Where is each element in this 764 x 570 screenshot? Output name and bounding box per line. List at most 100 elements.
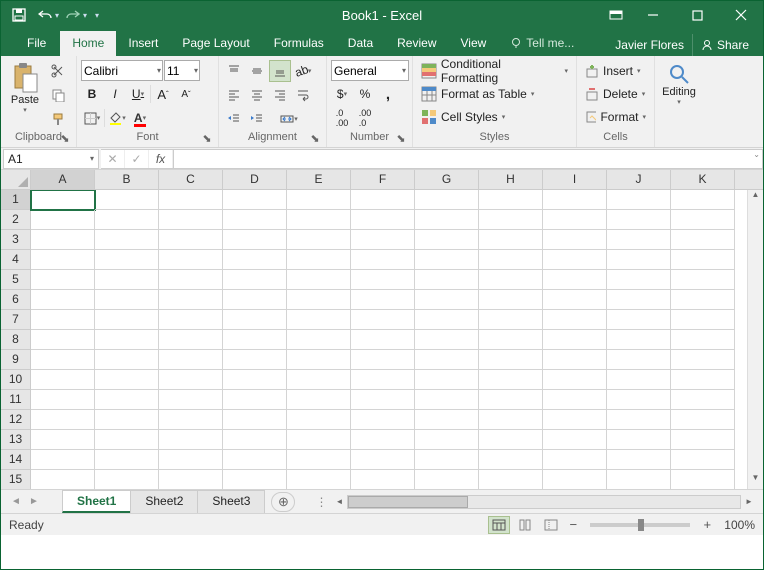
bold-button[interactable]: B: [81, 83, 103, 105]
cell-J10[interactable]: [607, 370, 671, 390]
row-header-14[interactable]: 14: [1, 450, 31, 470]
column-header-J[interactable]: J: [607, 170, 671, 189]
row-header-10[interactable]: 10: [1, 370, 31, 390]
accounting-format-button[interactable]: $▾: [331, 83, 353, 105]
cell-H4[interactable]: [479, 250, 543, 270]
column-header-C[interactable]: C: [159, 170, 223, 189]
cell-E9[interactable]: [287, 350, 351, 370]
cell-D7[interactable]: [223, 310, 287, 330]
scroll-left-icon[interactable]: ◄: [331, 497, 347, 506]
cell-C2[interactable]: [159, 210, 223, 230]
cell-F3[interactable]: [351, 230, 415, 250]
cell-G1[interactable]: [415, 190, 479, 210]
tab-view[interactable]: View: [449, 31, 499, 56]
cell-F11[interactable]: [351, 390, 415, 410]
cell-D15[interactable]: [223, 470, 287, 489]
column-header-F[interactable]: F: [351, 170, 415, 189]
cell-I9[interactable]: [543, 350, 607, 370]
comma-format-button[interactable]: ,: [377, 83, 399, 105]
row-header-5[interactable]: 5: [1, 270, 31, 290]
cell-F15[interactable]: [351, 470, 415, 489]
cell-J3[interactable]: [607, 230, 671, 250]
cell-H5[interactable]: [479, 270, 543, 290]
sheet-tab-sheet3[interactable]: Sheet3: [197, 490, 265, 513]
cell-B7[interactable]: [95, 310, 159, 330]
cell-H15[interactable]: [479, 470, 543, 489]
cell-K7[interactable]: [671, 310, 735, 330]
cell-A12[interactable]: [31, 410, 95, 430]
cell-D14[interactable]: [223, 450, 287, 470]
cell-K1[interactable]: [671, 190, 735, 210]
tab-insert[interactable]: Insert: [116, 31, 170, 56]
cell-I14[interactable]: [543, 450, 607, 470]
cell-C9[interactable]: [159, 350, 223, 370]
cell-G2[interactable]: [415, 210, 479, 230]
cell-B14[interactable]: [95, 450, 159, 470]
cell-I8[interactable]: [543, 330, 607, 350]
maximize-button[interactable]: [675, 1, 719, 29]
merge-center-button[interactable]: ▾: [269, 108, 309, 130]
column-header-I[interactable]: I: [543, 170, 607, 189]
cell-K11[interactable]: [671, 390, 735, 410]
row-header-9[interactable]: 9: [1, 350, 31, 370]
cell-H13[interactable]: [479, 430, 543, 450]
copy-button[interactable]: [47, 84, 69, 106]
column-header-B[interactable]: B: [95, 170, 159, 189]
align-top-button[interactable]: [223, 60, 245, 82]
cell-D9[interactable]: [223, 350, 287, 370]
cell-K6[interactable]: [671, 290, 735, 310]
sheet-tab-sheet2[interactable]: Sheet2: [130, 490, 198, 513]
cell-D3[interactable]: [223, 230, 287, 250]
cell-K15[interactable]: [671, 470, 735, 489]
tab-file[interactable]: File: [13, 31, 60, 56]
cell-G5[interactable]: [415, 270, 479, 290]
underline-button[interactable]: U▾: [127, 83, 149, 105]
cell-E1[interactable]: [287, 190, 351, 210]
scroll-down-icon[interactable]: ▼: [748, 473, 763, 489]
cell-F7[interactable]: [351, 310, 415, 330]
undo-dropdown-icon[interactable]: ▾: [55, 11, 59, 20]
cell-E10[interactable]: [287, 370, 351, 390]
column-header-H[interactable]: H: [479, 170, 543, 189]
cell-H10[interactable]: [479, 370, 543, 390]
tab-scroll-right-icon[interactable]: ►: [25, 496, 43, 507]
cell-F4[interactable]: [351, 250, 415, 270]
row-header-6[interactable]: 6: [1, 290, 31, 310]
cell-K3[interactable]: [671, 230, 735, 250]
insert-function-button[interactable]: fx: [149, 150, 173, 168]
format-cells-button[interactable]: Format▾: [581, 106, 650, 128]
cell-B11[interactable]: [95, 390, 159, 410]
tab-data[interactable]: Data: [336, 31, 385, 56]
column-header-A[interactable]: A: [31, 170, 95, 189]
tab-formulas[interactable]: Formulas: [262, 31, 336, 56]
cell-C14[interactable]: [159, 450, 223, 470]
cell-K13[interactable]: [671, 430, 735, 450]
cell-F10[interactable]: [351, 370, 415, 390]
cell-I3[interactable]: [543, 230, 607, 250]
zoom-slider[interactable]: [590, 523, 690, 527]
cell-G6[interactable]: [415, 290, 479, 310]
delete-cells-button[interactable]: Delete▾: [581, 83, 650, 105]
clipboard-launcher-icon[interactable]: ⬊: [58, 131, 72, 145]
new-sheet-button[interactable]: ⊕: [271, 492, 295, 512]
cell-H3[interactable]: [479, 230, 543, 250]
cell-G3[interactable]: [415, 230, 479, 250]
cell-D4[interactable]: [223, 250, 287, 270]
normal-view-button[interactable]: [488, 516, 510, 534]
horizontal-scrollbar[interactable]: [347, 495, 741, 509]
cell-I11[interactable]: [543, 390, 607, 410]
close-button[interactable]: [719, 1, 763, 29]
cell-C10[interactable]: [159, 370, 223, 390]
scroll-right-icon[interactable]: ►: [741, 497, 757, 506]
cell-A6[interactable]: [31, 290, 95, 310]
name-box[interactable]: A1 ▾: [3, 149, 99, 169]
number-launcher-icon[interactable]: ⬊: [394, 131, 408, 145]
format-painter-button[interactable]: [47, 108, 69, 130]
cell-F12[interactable]: [351, 410, 415, 430]
cell-H7[interactable]: [479, 310, 543, 330]
cell-H2[interactable]: [479, 210, 543, 230]
cell-B15[interactable]: [95, 470, 159, 489]
row-header-3[interactable]: 3: [1, 230, 31, 250]
cell-A10[interactable]: [31, 370, 95, 390]
cell-E11[interactable]: [287, 390, 351, 410]
